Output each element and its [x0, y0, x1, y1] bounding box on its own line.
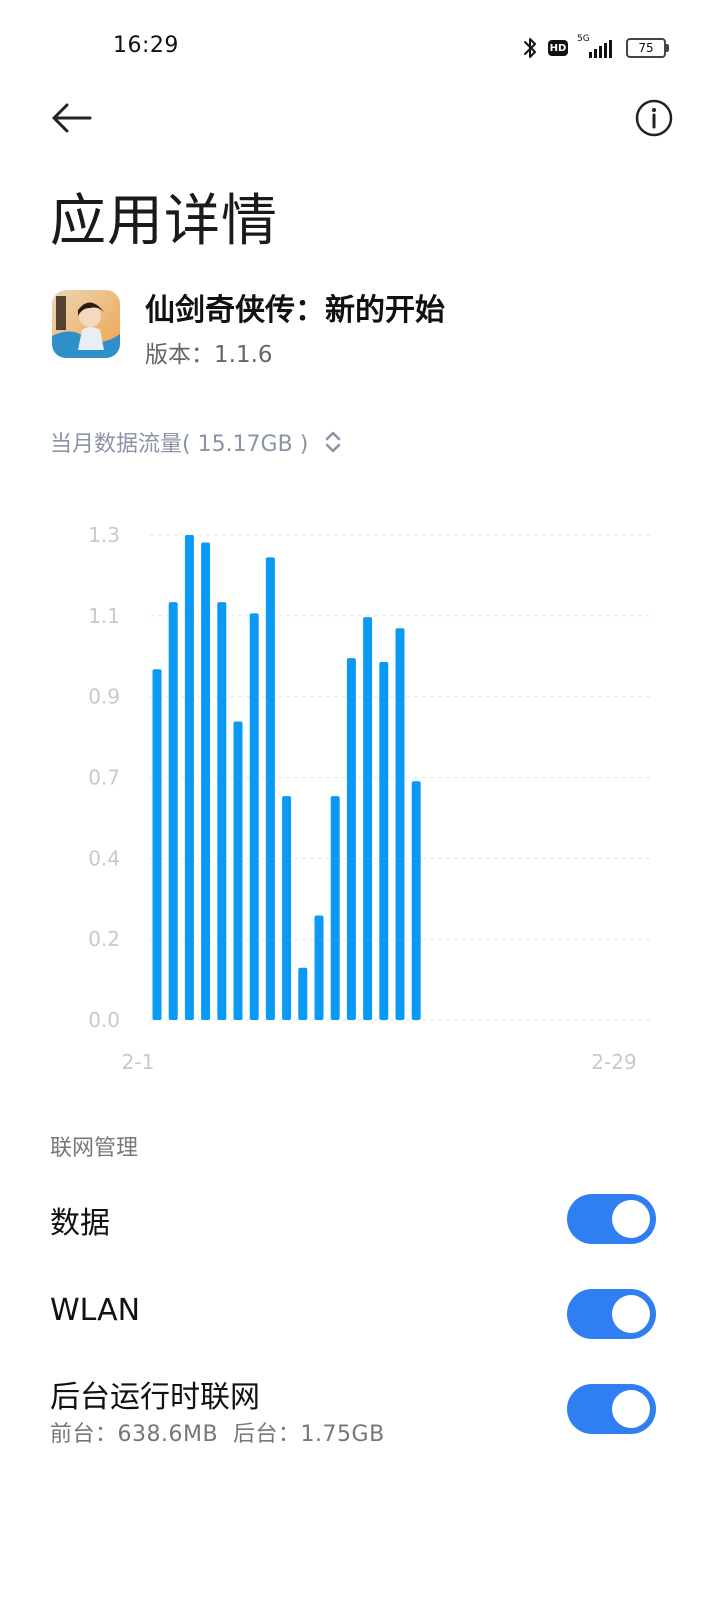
cellular-signal-icon: 5G: [577, 34, 617, 60]
back-arrow-icon: [52, 103, 92, 133]
info-button[interactable]: [634, 98, 674, 138]
chart-bar: [395, 628, 405, 1020]
network-management-header: 联网管理: [50, 1136, 139, 1161]
chart-y-tick-label: 1.3: [88, 523, 120, 547]
battery-icon: 75: [626, 38, 669, 58]
app-version: 版本：1.1.6: [145, 342, 273, 368]
chart-x-tick-label: 2-1: [122, 1050, 155, 1074]
mobile-data-toggle[interactable]: [567, 1194, 656, 1244]
chart-bar: [265, 557, 275, 1020]
chart-bar: [330, 796, 340, 1020]
wlan-toggle[interactable]: [567, 1289, 656, 1339]
chart-bar: [201, 542, 211, 1020]
chart-y-tick-label: 0.4: [88, 846, 120, 870]
data-usage-chart: 0.0 0.2 0.4 0.7 0.9 1.1 1.3 2-1 2-29: [88, 523, 652, 1074]
toggle-knob: [612, 1200, 650, 1238]
chart-bar: [363, 617, 373, 1020]
data-usage-period-selector[interactable]: 当月数据流量( 15.17GB ): [50, 426, 342, 458]
background-network-toggle[interactable]: [567, 1384, 656, 1434]
chart-bar: [184, 535, 194, 1020]
chart-y-tick-label: 0.7: [88, 766, 120, 790]
page-title: 应用详情: [50, 189, 278, 254]
data-usage-label: 当月数据流量( 15.17GB ): [50, 432, 309, 457]
chart-bar: [168, 602, 178, 1020]
hd-voice-badge: HD: [548, 40, 568, 56]
chart-bar: [282, 796, 292, 1020]
chart-bar: [346, 658, 356, 1020]
chart-bar: [217, 602, 227, 1020]
chart-y-tick-label: 1.1: [88, 604, 120, 628]
chart-bar: [411, 781, 421, 1020]
chart-bar: [152, 669, 162, 1020]
expand-collapse-icon: [326, 431, 341, 453]
chart-bar: [249, 613, 259, 1020]
toggle-knob: [612, 1295, 650, 1333]
chart-y-tick-label: 0.2: [88, 927, 120, 951]
background-network-label: 后台运行时联网: [50, 1380, 260, 1415]
status-icons: HD 5G 75: [521, 34, 669, 62]
chart-bar: [233, 721, 243, 1020]
app-name: 仙剑奇侠传：新的开始: [145, 293, 445, 328]
app-icon: [52, 290, 120, 358]
status-time: 16:29: [113, 33, 179, 58]
background-network-usage: 前台：638.6MB 后台：1.75GB: [50, 1422, 385, 1447]
mobile-data-label: 数据: [50, 1206, 110, 1241]
chart-bar: [314, 915, 324, 1020]
wlan-label: WLAN: [50, 1293, 141, 1328]
back-button[interactable]: [48, 96, 96, 140]
bluetooth-icon: [524, 38, 536, 58]
chart-bar: [379, 661, 389, 1020]
chart-x-tick-label: 2-29: [591, 1050, 636, 1074]
chart-y-tick-label: 0.0: [88, 1008, 120, 1032]
chart-y-tick-label: 0.9: [88, 685, 120, 709]
chart-bar: [298, 967, 308, 1020]
info-icon: [635, 99, 673, 137]
battery-level: 75: [638, 41, 654, 55]
status-bar: 16:29 HD 5G 75: [0, 0, 720, 96]
toggle-knob: [612, 1390, 650, 1428]
network-type-label: 5G: [577, 34, 590, 44]
